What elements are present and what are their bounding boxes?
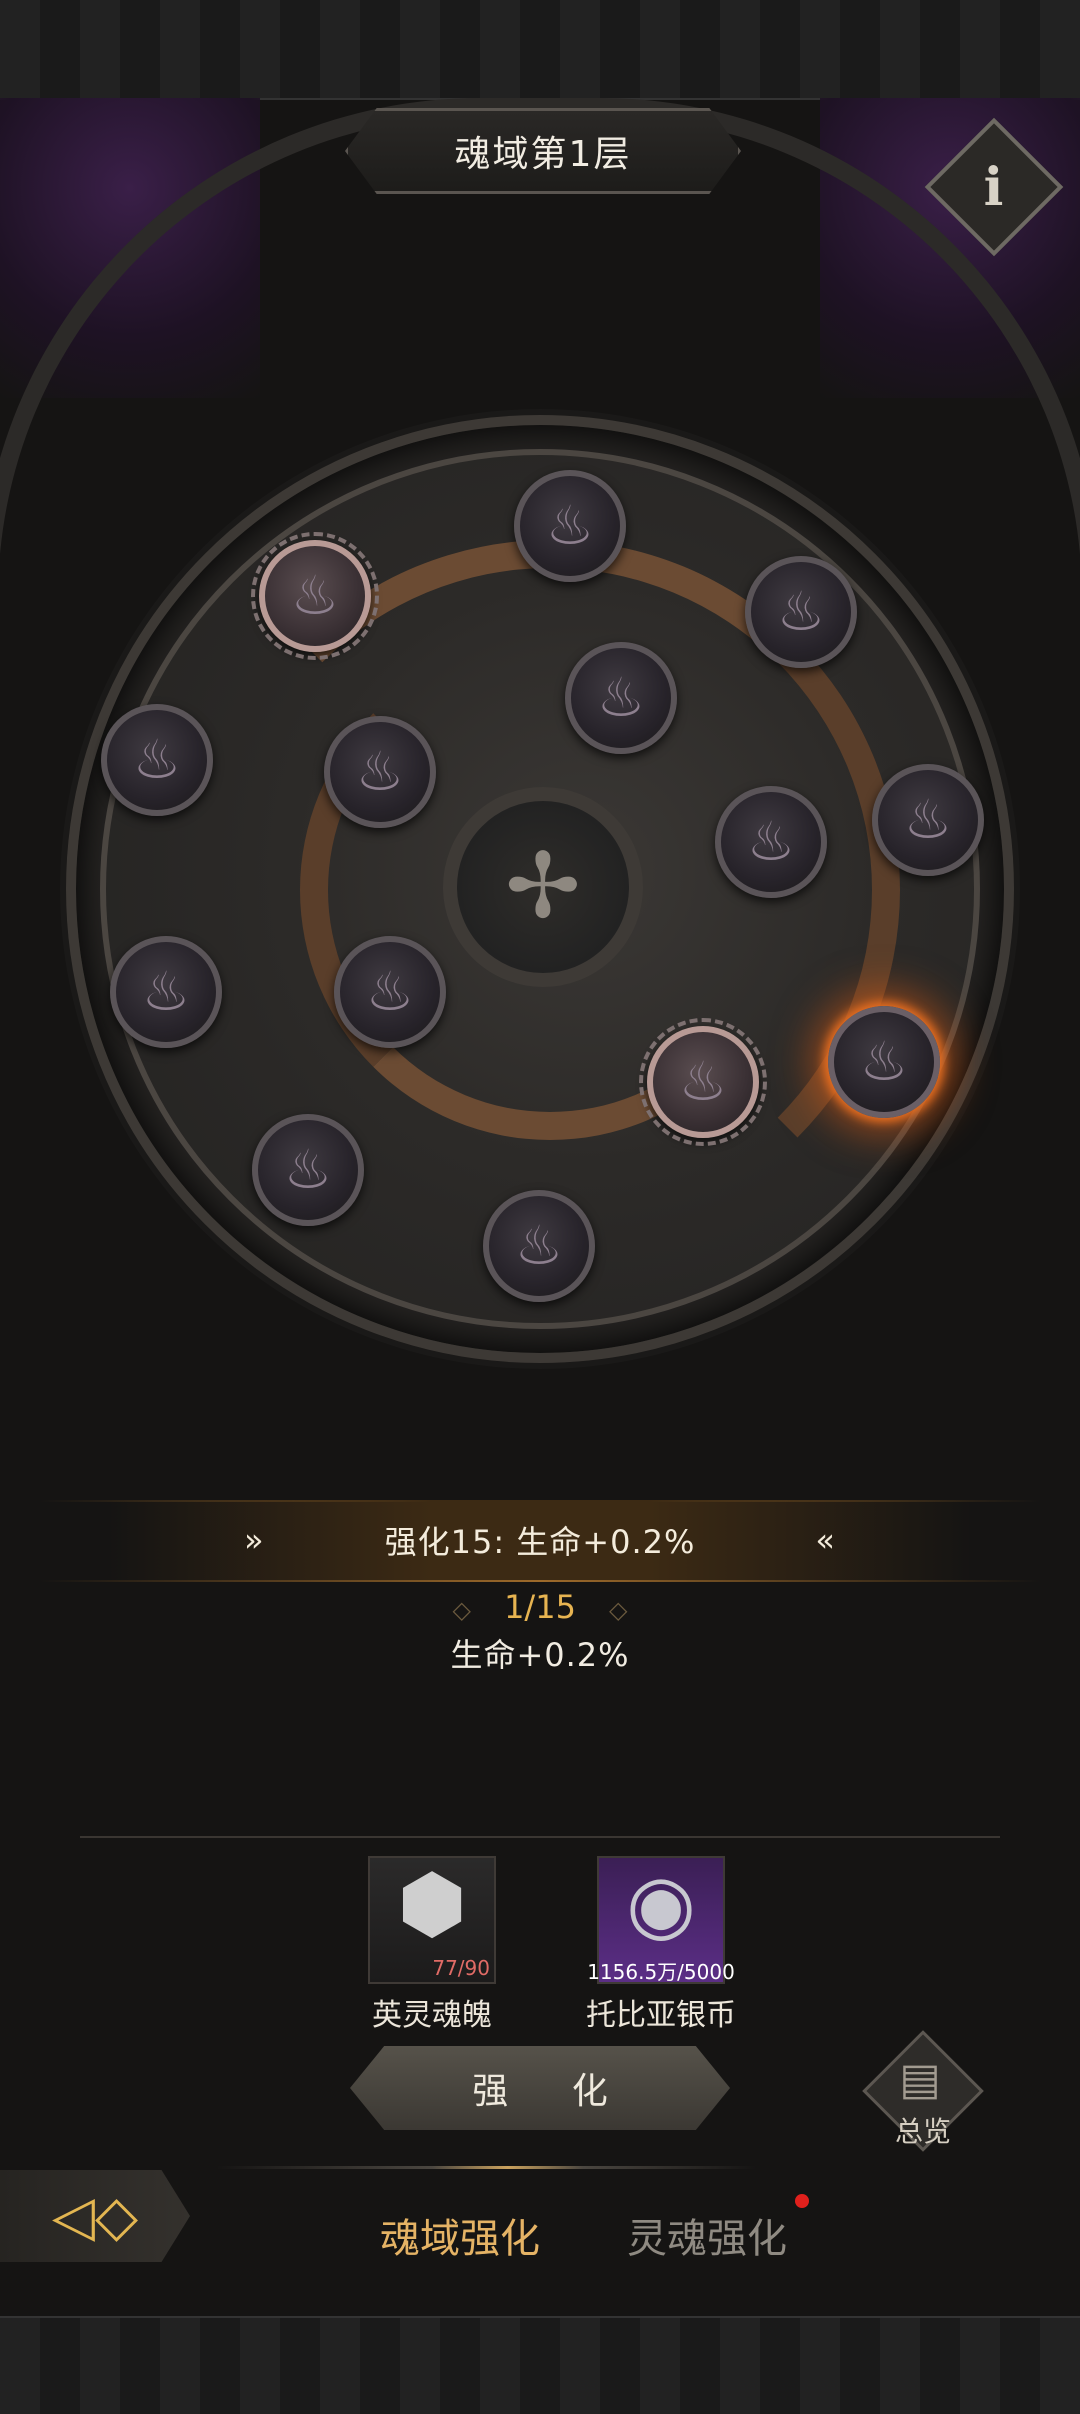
soul-flame-icon: ♨ [365,960,415,1023]
soul-flame-icon: ♨ [355,740,405,803]
strengthen-label: 强 化 [472,2071,634,2112]
notification-badge [795,2194,809,2208]
soul-flame-icon: ♨ [746,810,796,873]
soul-node-6[interactable]: ♨ [324,716,436,828]
soul-crystal-count: 77/90 [432,1956,490,1980]
tab-soul-domain[interactable]: 魂域强化 [380,2206,540,2264]
soul-node-12[interactable]: ♨ [639,1018,767,1146]
panel-divider [80,1836,1000,1838]
soul-flame-icon: ♨ [596,666,646,729]
soul-node-13[interactable]: ♨ [252,1114,364,1226]
soul-flame-icon: ♨ [859,1030,909,1093]
diamond-right-icon: ◇ [609,1596,628,1624]
soul-node-8[interactable]: ♨ [715,786,827,898]
silver-coin-icon: ◉ [626,1857,696,1950]
bottom-frame [0,2316,1080,2414]
soul-flame-icon: ♨ [903,788,953,851]
soul-node-3[interactable]: ♨ [745,556,857,668]
center-hub[interactable]: ✢ [443,787,643,987]
strengthen-button[interactable]: 强 化 [350,2046,730,2130]
back-button[interactable]: ◁◇ [0,2170,190,2262]
scroll-icon: ▤ [899,2054,941,2105]
right-ornament-icon: « [815,1521,836,1559]
tab-soul-strengthen[interactable]: 灵魂强化 [627,2206,787,2264]
soul-node-7[interactable]: ♨ [872,764,984,876]
floor-title: 魂域第1层 [454,134,632,175]
silver-coin-label: 托比亚银币 [586,1998,736,2033]
effect-text: 生命+0.2% [450,1636,630,1674]
soul-flame-icon: ♨ [776,580,826,643]
back-arrow-icon: ◁◇ [51,2183,139,2249]
diamond-left-icon: ◇ [452,1596,471,1624]
soul-flame-icon: ♨ [545,494,595,557]
top-frame [0,0,1080,100]
soul-flame-icon: ♨ [514,1214,564,1277]
soul-node-14[interactable]: ♨ [483,1190,595,1302]
silver-coin-count: 1156.5万/5000 [587,1960,735,1984]
soul-node-1[interactable]: ♨ [514,470,626,582]
overview-label: 总览 [894,2115,951,2148]
soul-node-2[interactable]: ♨ [251,532,379,660]
progress-count: 1/15 [504,1588,576,1626]
left-ornament-icon: » [244,1521,265,1559]
stat-band-bottom-line [40,1580,1040,1582]
current-level-text: 强化15: 生命+0.2% [384,1523,696,1561]
soul-crystal-slot[interactable]: ⬢ 77/90 [368,1856,496,1984]
soul-flame-icon: ♨ [678,1050,728,1113]
soul-flame-icon: ♨ [141,960,191,1023]
soul-node-5[interactable]: ♨ [101,704,213,816]
soul-node-4[interactable]: ♨ [565,642,677,754]
soul-node-9[interactable]: ♨ [110,936,222,1048]
soul-flame-icon: ♨ [283,1138,333,1201]
floor-title-plate: 魂域第1层 [345,108,741,194]
soul-node-11-selected[interactable]: ♨ [828,1006,940,1118]
info-icon: i [984,156,1004,218]
current-level-band: » 强化15: 生命+0.2% « [0,1500,1080,1580]
pinwheel-rune-icon: ✢ [505,834,581,939]
soul-crystal-icon: ⬢ [397,1857,467,1950]
soul-flame-icon: ♨ [132,728,182,791]
soul-flame-icon: ♨ [290,564,340,627]
tab-bar-line [0,2166,1080,2169]
soul-node-10[interactable]: ♨ [334,936,446,1048]
soul-crystal-label: 英灵魂魄 [372,1998,492,2033]
progress-row: ◇ 1/15 ◇ [0,1588,1080,1626]
